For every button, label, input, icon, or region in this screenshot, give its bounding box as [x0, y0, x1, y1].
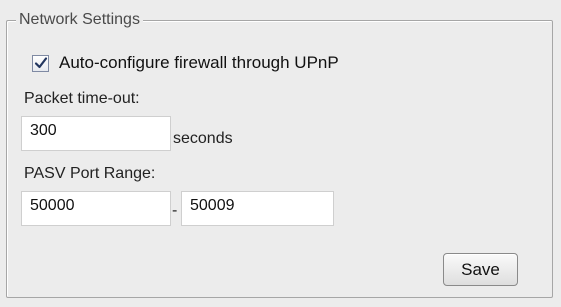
pasv-port-range-label: PASV Port Range:: [24, 165, 156, 182]
checkmark-icon: [34, 56, 48, 68]
packet-timeout-input[interactable]: 300: [21, 116, 171, 151]
pasv-port-end-input[interactable]: 50009: [181, 191, 334, 226]
packet-timeout-unit: seconds: [173, 130, 233, 147]
upnp-checkbox-row[interactable]: Auto-configure firewall through UPnP: [32, 51, 339, 75]
group-title: Network Settings: [16, 10, 143, 30]
packet-timeout-label: Packet time-out:: [24, 90, 140, 107]
save-button[interactable]: Save: [443, 253, 518, 286]
upnp-checkbox-label[interactable]: Auto-configure firewall through UPnP: [59, 53, 339, 73]
pasv-port-range-separator: -: [172, 202, 178, 219]
network-settings-panel: Network Settings Auto-configure firewall…: [0, 0, 561, 307]
pasv-port-start-input[interactable]: 50000: [21, 191, 171, 226]
upnp-checkbox[interactable]: [32, 54, 49, 72]
